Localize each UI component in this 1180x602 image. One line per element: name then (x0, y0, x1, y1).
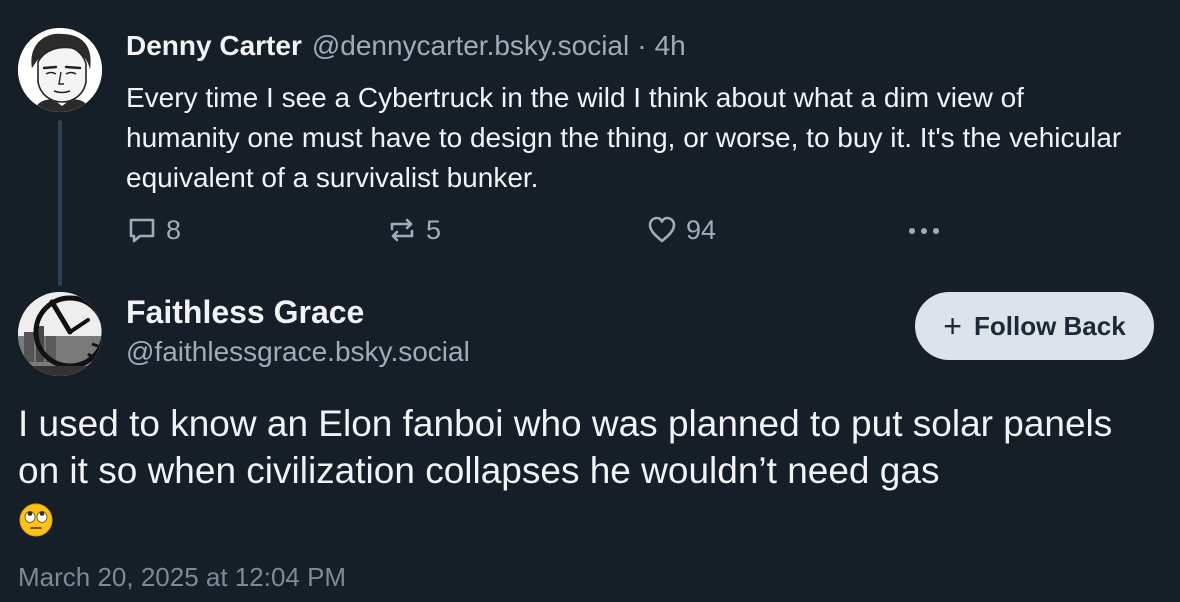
avatar-portrait-icon (18, 28, 102, 112)
repost-icon (390, 218, 414, 242)
author-handle[interactable]: @dennycarter.bsky.social (312, 30, 629, 62)
more-options-button[interactable] (906, 210, 942, 250)
avatar-faithless-grace[interactable] (18, 292, 102, 376)
like-button[interactable]: 94 (646, 210, 716, 250)
like-count: 94 (686, 214, 717, 245)
post-timestamp[interactable]: March 20, 2025 at 12:04 PM (18, 562, 346, 593)
reply-post-text: I used to know an Elon fanboi who was pl… (18, 400, 1158, 541)
eye-roll-emoji-icon (19, 503, 53, 537)
author-name[interactable]: Faithless Grace (126, 294, 364, 331)
reply-button[interactable]: 8 (126, 210, 181, 250)
reply-count: 8 (166, 214, 182, 245)
parent-post-header: Denny Carter @dennycarter.bsky.social · … (126, 30, 686, 68)
author-name[interactable]: Denny Carter (126, 30, 302, 62)
reply-icon (129, 218, 155, 243)
thread-view: Denny Carter @dennycarter.bsky.social · … (0, 0, 1180, 602)
repost-count: 5 (426, 214, 442, 245)
follow-back-label: Follow Back (973, 310, 1126, 341)
repost-button[interactable]: 5 (386, 210, 441, 250)
like-heart-icon (648, 216, 676, 243)
parent-post-text: Every time I see a Cybertruck in the wil… (126, 82, 1122, 193)
author-handle[interactable]: @faithlessgrace.bsky.social (126, 336, 470, 368)
post-time-ago[interactable]: 4h (655, 30, 686, 62)
avatar-denny-carter[interactable] (18, 28, 102, 112)
plus-icon: + (943, 308, 962, 344)
reply-text-body: I used to know an Elon fanboi who was pl… (18, 403, 1113, 491)
post-action-bar: 8 5 94 (126, 210, 956, 250)
follow-back-button[interactable]: + Follow Back (915, 292, 1154, 360)
avatar-clock-icon (18, 292, 102, 376)
more-options-icon (909, 228, 939, 234)
separator-dot: · (637, 30, 647, 61)
thread-connector-line (58, 120, 62, 286)
